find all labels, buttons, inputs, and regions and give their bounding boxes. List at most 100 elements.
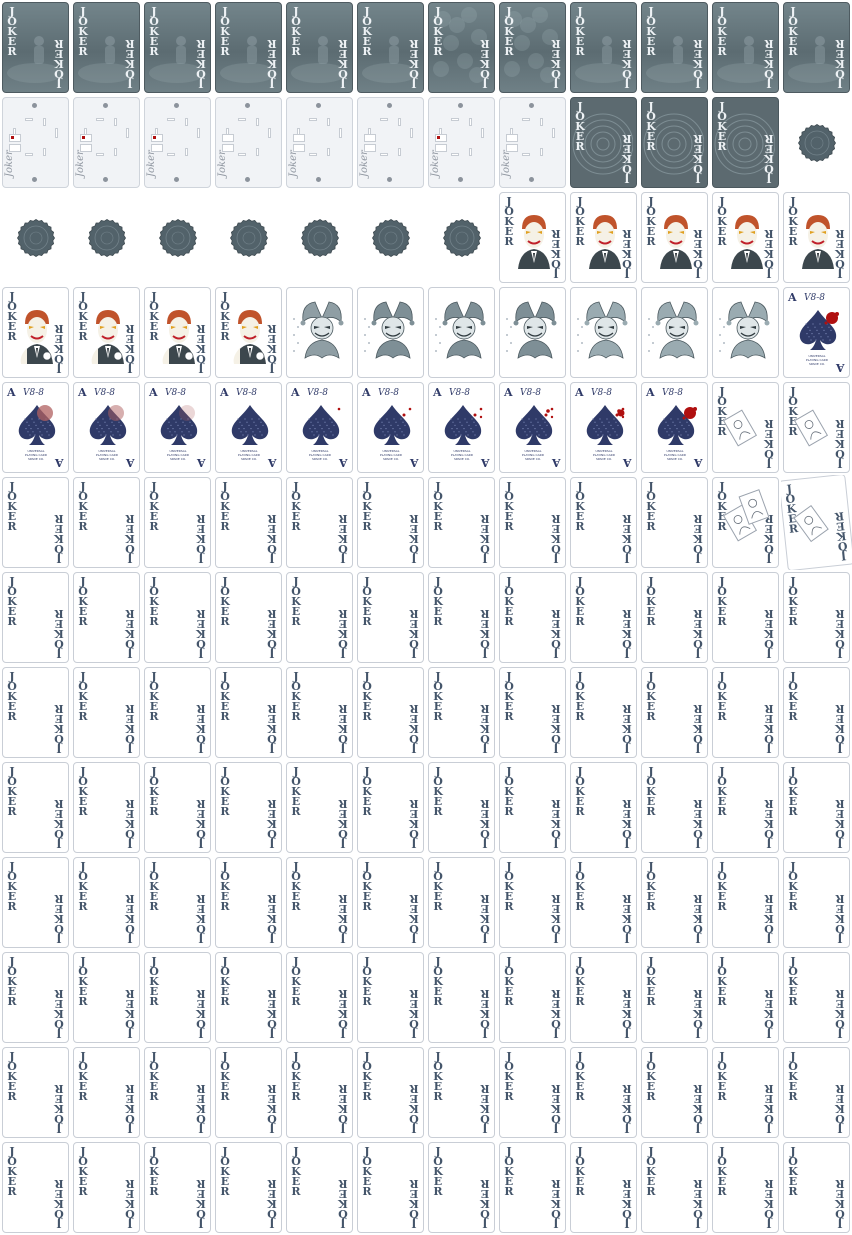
joker-index-top: J O K E R — [78, 575, 88, 628]
joker-index-top: J O K E R — [575, 5, 585, 58]
card-sprite — [357, 287, 424, 378]
joker-index-bottom: J O K E R — [835, 417, 845, 470]
card-sprite: J O K E RJ O K E R — [570, 667, 637, 758]
joker-index-bottom: J O K E R — [409, 1177, 419, 1230]
sprite-frame: J O K E RJ O K E R — [781, 855, 852, 950]
panel-slot — [327, 148, 330, 156]
spade-icon — [160, 405, 198, 445]
joker-index-top: J O K E R — [291, 670, 301, 723]
sparkle-icon — [439, 342, 441, 344]
joker-index-top: J O K E R — [717, 955, 727, 1008]
card-sprite: A V8-8 UNIVERSAL PLAYING CARD SPADE CO. A — [144, 382, 211, 473]
card-sprite: J O K E RJ O K E R — [570, 2, 637, 93]
sparkle-icon — [293, 350, 295, 352]
sparkle-icon — [723, 342, 725, 344]
red-indicator-icon — [437, 136, 440, 139]
joker-index-top: J O K E R — [7, 670, 17, 723]
mini-joker-icon — [804, 515, 822, 536]
sprite-frame: J O K E RJ O K E R — [213, 1045, 284, 1140]
panel-slot — [469, 118, 472, 126]
ace-rank-bottom: A — [836, 361, 845, 374]
panel-slot — [185, 148, 188, 156]
sprite-frame — [284, 285, 355, 380]
card-sprite: J O K E RJ O K E R — [144, 477, 211, 568]
panel-slot — [398, 148, 401, 156]
joker-index-bottom: J O K E R — [764, 37, 774, 90]
joker-index-bottom: J O K E R — [125, 37, 135, 90]
red-indicator-icon — [153, 136, 156, 139]
joker-index-bottom: J O K E R — [551, 607, 561, 660]
joker-index-bottom: J O K E R — [196, 987, 206, 1040]
coin-icon — [16, 218, 55, 257]
panel-slot — [327, 118, 330, 126]
sparkle-icon — [648, 334, 650, 336]
card-sprite: J O K E RJ O K E R — [712, 97, 779, 188]
joker-index-bottom: J O K E R — [764, 1082, 774, 1135]
sprite-frame: J O K E RJ O K E R — [710, 190, 781, 285]
joker-index-bottom: J O K E R — [551, 797, 561, 850]
joker-index-bottom: J O K E R — [125, 892, 135, 945]
card-sprite: J O K E RJ O K E R — [286, 1047, 353, 1138]
sprite-frame: J O K E RJ O K E R — [213, 1140, 284, 1235]
ace-printer-text: UNIVERSAL PLAYING CARD SPADE CO. — [663, 449, 687, 461]
joker-index-bottom: J O K E R — [835, 892, 845, 945]
joker-index-top: J O K E R — [788, 385, 798, 438]
joker-index-bottom: J O K E R — [764, 892, 774, 945]
joker-index-bottom: J O K E R — [622, 1082, 632, 1135]
joker-index-top: J O K E R — [575, 765, 585, 818]
joker-index-bottom: J O K E R — [622, 797, 632, 850]
sprite-frame: J O K E RJ O K E R — [142, 950, 213, 1045]
joker-index-top: J O K E R — [362, 955, 372, 1008]
ace-rank-bottom: A — [623, 456, 632, 469]
sprite-frame: J O K E RJ O K E R — [71, 570, 142, 665]
joker-index-bottom: J O K E R — [267, 512, 277, 565]
ace-rank-bottom: A — [197, 456, 206, 469]
card-sprite: Joker — [144, 97, 211, 188]
sprite-frame: J O K E RJ O K E R — [497, 190, 568, 285]
jester-icon — [726, 301, 770, 359]
panel-slot — [522, 118, 530, 121]
coin-icon — [87, 218, 126, 257]
joker-index-bottom: J O K E R — [409, 797, 419, 850]
joker-index-top: J O K E R — [220, 955, 230, 1008]
screw-icon — [316, 177, 321, 182]
joker-index-top: J O K E R — [433, 955, 443, 1008]
joker-index-top: J O K E R — [504, 575, 514, 628]
joker-index-top: J O K E R — [433, 1050, 443, 1103]
joker-index-bottom: J O K E R — [834, 509, 849, 563]
joker-index-bottom: J O K E R — [196, 607, 206, 660]
sprite-frame: J O K E RJ O K E R — [426, 950, 497, 1045]
card-sprite: J O K E RJ O K E R — [144, 572, 211, 663]
sparkle-icon — [368, 326, 370, 328]
sparkle-icon — [297, 342, 299, 344]
sprite-frame: J O K E RJ O K E R — [213, 665, 284, 760]
card-sprite: J O K E RJ O K E R — [215, 572, 282, 663]
joker-index-bottom: J O K E R — [622, 702, 632, 755]
sparkle-icon — [652, 326, 654, 328]
sprite-frame — [284, 190, 355, 285]
joker-index-top: J O K E R — [220, 860, 230, 913]
sprite-frame: J O K E RJ O K E R — [355, 570, 426, 665]
card-sprite: J O K E RJ O K E R — [144, 762, 211, 853]
ace-signature: V8-8 — [378, 388, 399, 398]
joker-index-top: J O K E R — [575, 100, 585, 153]
sprite-frame: J O K E RJ O K E R — [497, 1045, 568, 1140]
joker-index-top: J O K E R — [149, 5, 159, 58]
card-sprite: J O K E RJ O K E R — [144, 857, 211, 948]
joker-index-top: J O K E R — [504, 1145, 514, 1198]
sparkle-icon — [293, 318, 295, 320]
card-sprite: J O K E RJ O K E R — [641, 1142, 708, 1233]
screw-icon — [32, 177, 37, 182]
sprite-frame: J O K E RJ O K E R — [71, 760, 142, 855]
sprite-frame: Joker — [284, 95, 355, 190]
card-sprite: J O K E RJ O K E R — [286, 572, 353, 663]
mini-joker-icon — [804, 420, 822, 440]
card-sprite: J O K E RJ O K E R — [712, 762, 779, 853]
sprite-frame: J O K E RJ O K E R — [568, 1045, 639, 1140]
joker-index-bottom: J O K E R — [622, 1177, 632, 1230]
spade-icon — [373, 405, 412, 445]
joker-index-top: J O K E R — [149, 955, 159, 1008]
joker-index-top: J O K E R — [575, 480, 585, 533]
card-sprite: J O K E RJ O K E R — [357, 762, 424, 853]
joker-index-bottom: J O K E R — [54, 1177, 64, 1230]
